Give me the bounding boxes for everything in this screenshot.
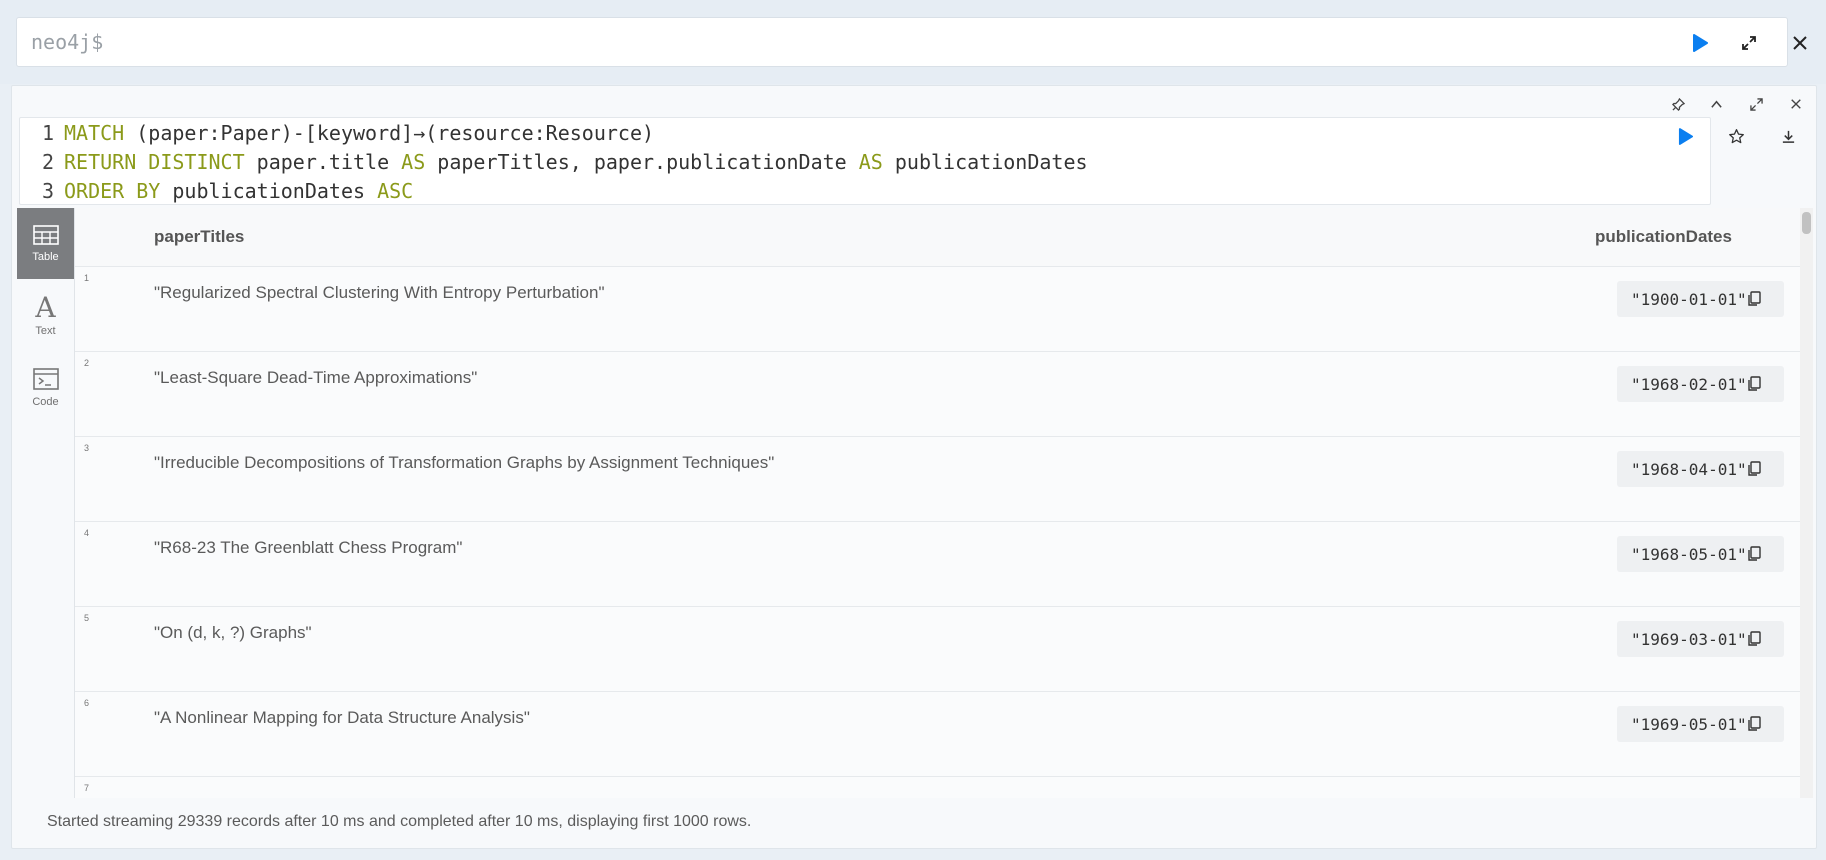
table-row: 3 "Irreducible Decompositions of Transfor…: [75, 437, 1800, 522]
table-header: paperTitles publicationDates: [75, 208, 1800, 267]
results-table: paperTitles publicationDates 1 "Regulariz…: [74, 208, 1800, 798]
code-line: 2 RETURN DISTINCT paper.title AS paperTit…: [20, 147, 1088, 176]
rerun-query-button[interactable]: [1673, 124, 1697, 148]
tab-code[interactable]: Code: [17, 352, 74, 423]
publication-date-cell: "1968-04-01": [1617, 451, 1784, 487]
row-index: 2: [84, 358, 90, 368]
copy-icon[interactable]: [1747, 546, 1761, 562]
status-message: Started streaming 29339 records after 10…: [47, 813, 752, 830]
tab-table[interactable]: Table: [17, 208, 74, 279]
code-keyword: MATCH: [64, 120, 125, 145]
chevron-up-icon: [1710, 100, 1722, 108]
close-editor-button[interactable]: [1789, 32, 1811, 54]
star-icon: [1728, 128, 1744, 143]
paper-title-cell: "R68-23 The Greenblatt Chess Program": [154, 538, 463, 557]
code-text: paper.title: [244, 149, 402, 174]
publication-date-value: "1968-02-01": [1631, 374, 1747, 394]
results-scrollbar[interactable]: [1800, 208, 1813, 798]
publication-date-cell: "1900-01-01": [1617, 281, 1784, 317]
code-text: publicationDates: [882, 149, 1088, 174]
publication-date-cell: "1968-05-01": [1617, 536, 1784, 572]
publication-date-cell: "1969-05-01": [1617, 706, 1784, 742]
line-number: 1: [41, 120, 54, 145]
query-editor-input[interactable]: neo4j$: [16, 17, 1788, 67]
copy-icon[interactable]: [1747, 631, 1761, 647]
publication-date-value: "1969-05-01": [1631, 714, 1747, 734]
paper-title-cell: "Least-Square Dead-Time Approximations": [154, 368, 478, 387]
row-index: 6: [84, 698, 90, 708]
close-frame-button[interactable]: [1786, 94, 1806, 114]
tab-text-label: Text: [35, 324, 56, 337]
tab-text[interactable]: A Text: [17, 280, 74, 351]
code-text: paperTitles, paper.publicationDate: [425, 149, 859, 174]
table-row: 1 "Regularized Spectral Clustering With E…: [75, 267, 1800, 352]
code-text: publicationDates: [160, 178, 378, 203]
table-row: 7: [75, 777, 1800, 798]
publication-date-value: "1968-05-01": [1631, 544, 1747, 564]
paper-title-cell: "On (d, k, ?) Graphs": [154, 623, 312, 642]
expand-icon: [1742, 36, 1756, 50]
publication-date-cell: "1969-03-01": [1617, 621, 1784, 657]
copy-icon[interactable]: [1747, 376, 1761, 392]
publication-date-value: "1968-04-01": [1631, 459, 1747, 479]
code-keyword: AS: [401, 149, 426, 174]
row-index: 1: [84, 273, 90, 283]
paper-title-cell: "Irreducible Decompositions of Transform…: [154, 453, 775, 472]
code-keyword: ASC: [377, 178, 414, 203]
table-row: 2 "Least-Square Dead-Time Approximations"…: [75, 352, 1800, 437]
view-sidebar: Table A Text Code: [17, 208, 74, 794]
paper-title-cell: "Regularized Spectral Clustering With En…: [154, 283, 605, 302]
collapse-frame-button[interactable]: [1706, 94, 1726, 114]
publication-date-value: "1969-03-01": [1631, 629, 1747, 649]
table-icon: [32, 224, 59, 245]
publication-date-cell: "1968-02-01": [1617, 366, 1784, 402]
play-icon: [1693, 34, 1708, 52]
code-line: 3 ORDER BY publicationDates ASC: [20, 176, 413, 205]
editor-prompt: neo4j$: [31, 30, 104, 54]
copy-icon[interactable]: [1747, 716, 1761, 732]
copy-icon[interactable]: [1747, 461, 1761, 477]
column-header-paper-titles[interactable]: paperTitles: [154, 227, 244, 247]
row-index: 3: [84, 443, 90, 453]
close-icon: [1791, 99, 1801, 109]
publication-date-value: "1900-01-01": [1631, 289, 1747, 309]
text-icon: A: [35, 290, 56, 324]
query-code[interactable]: 1 MATCH (paper:Paper)-[keyword]→(resource…: [19, 117, 1711, 205]
code-icon: [32, 367, 59, 390]
line-number: 3: [41, 178, 54, 203]
editor-bar: neo4j$: [0, 0, 1826, 84]
column-header-publication-dates[interactable]: publicationDates: [1595, 227, 1732, 247]
code-line: 1 MATCH (paper:Paper)-[keyword]→(resource…: [20, 118, 654, 147]
download-icon: [1782, 130, 1794, 143]
code-keyword: ORDER BY: [64, 178, 161, 203]
pin-icon: [1671, 97, 1685, 111]
pin-frame-button[interactable]: [1668, 94, 1688, 114]
line-number: 2: [41, 149, 54, 174]
copy-icon[interactable]: [1747, 291, 1761, 307]
fullscreen-frame-button[interactable]: [1746, 94, 1766, 114]
tab-table-label: Table: [32, 250, 59, 263]
paper-title-cell: "A Nonlinear Mapping for Data Structure …: [154, 708, 530, 727]
download-button[interactable]: [1776, 124, 1800, 148]
row-index: 7: [84, 783, 90, 793]
favorite-button[interactable]: [1724, 124, 1748, 148]
table-row: 4 "R68-23 The Greenblatt Chess Program" "1…: [75, 522, 1800, 607]
table-row: 5 "On (d, k, ?) Graphs" "1969-03-01": [75, 607, 1800, 692]
code-text: (paper:Paper)-[keyword]→(resource:Resour…: [124, 120, 655, 145]
row-index: 4: [84, 528, 90, 538]
run-query-button[interactable]: [1689, 32, 1711, 54]
table-row: 6 "A Nonlinear Mapping for Data Structure…: [75, 692, 1800, 777]
tab-code-label: Code: [32, 395, 59, 408]
scroll-thumb[interactable]: [1802, 212, 1811, 234]
expand-icon: [1749, 97, 1763, 111]
row-index: 5: [84, 613, 90, 623]
code-keyword: AS: [858, 149, 883, 174]
code-keyword: RETURN DISTINCT: [64, 149, 245, 174]
expand-editor-button[interactable]: [1738, 32, 1760, 54]
close-icon: [1793, 36, 1807, 50]
play-icon: [1678, 127, 1693, 145]
